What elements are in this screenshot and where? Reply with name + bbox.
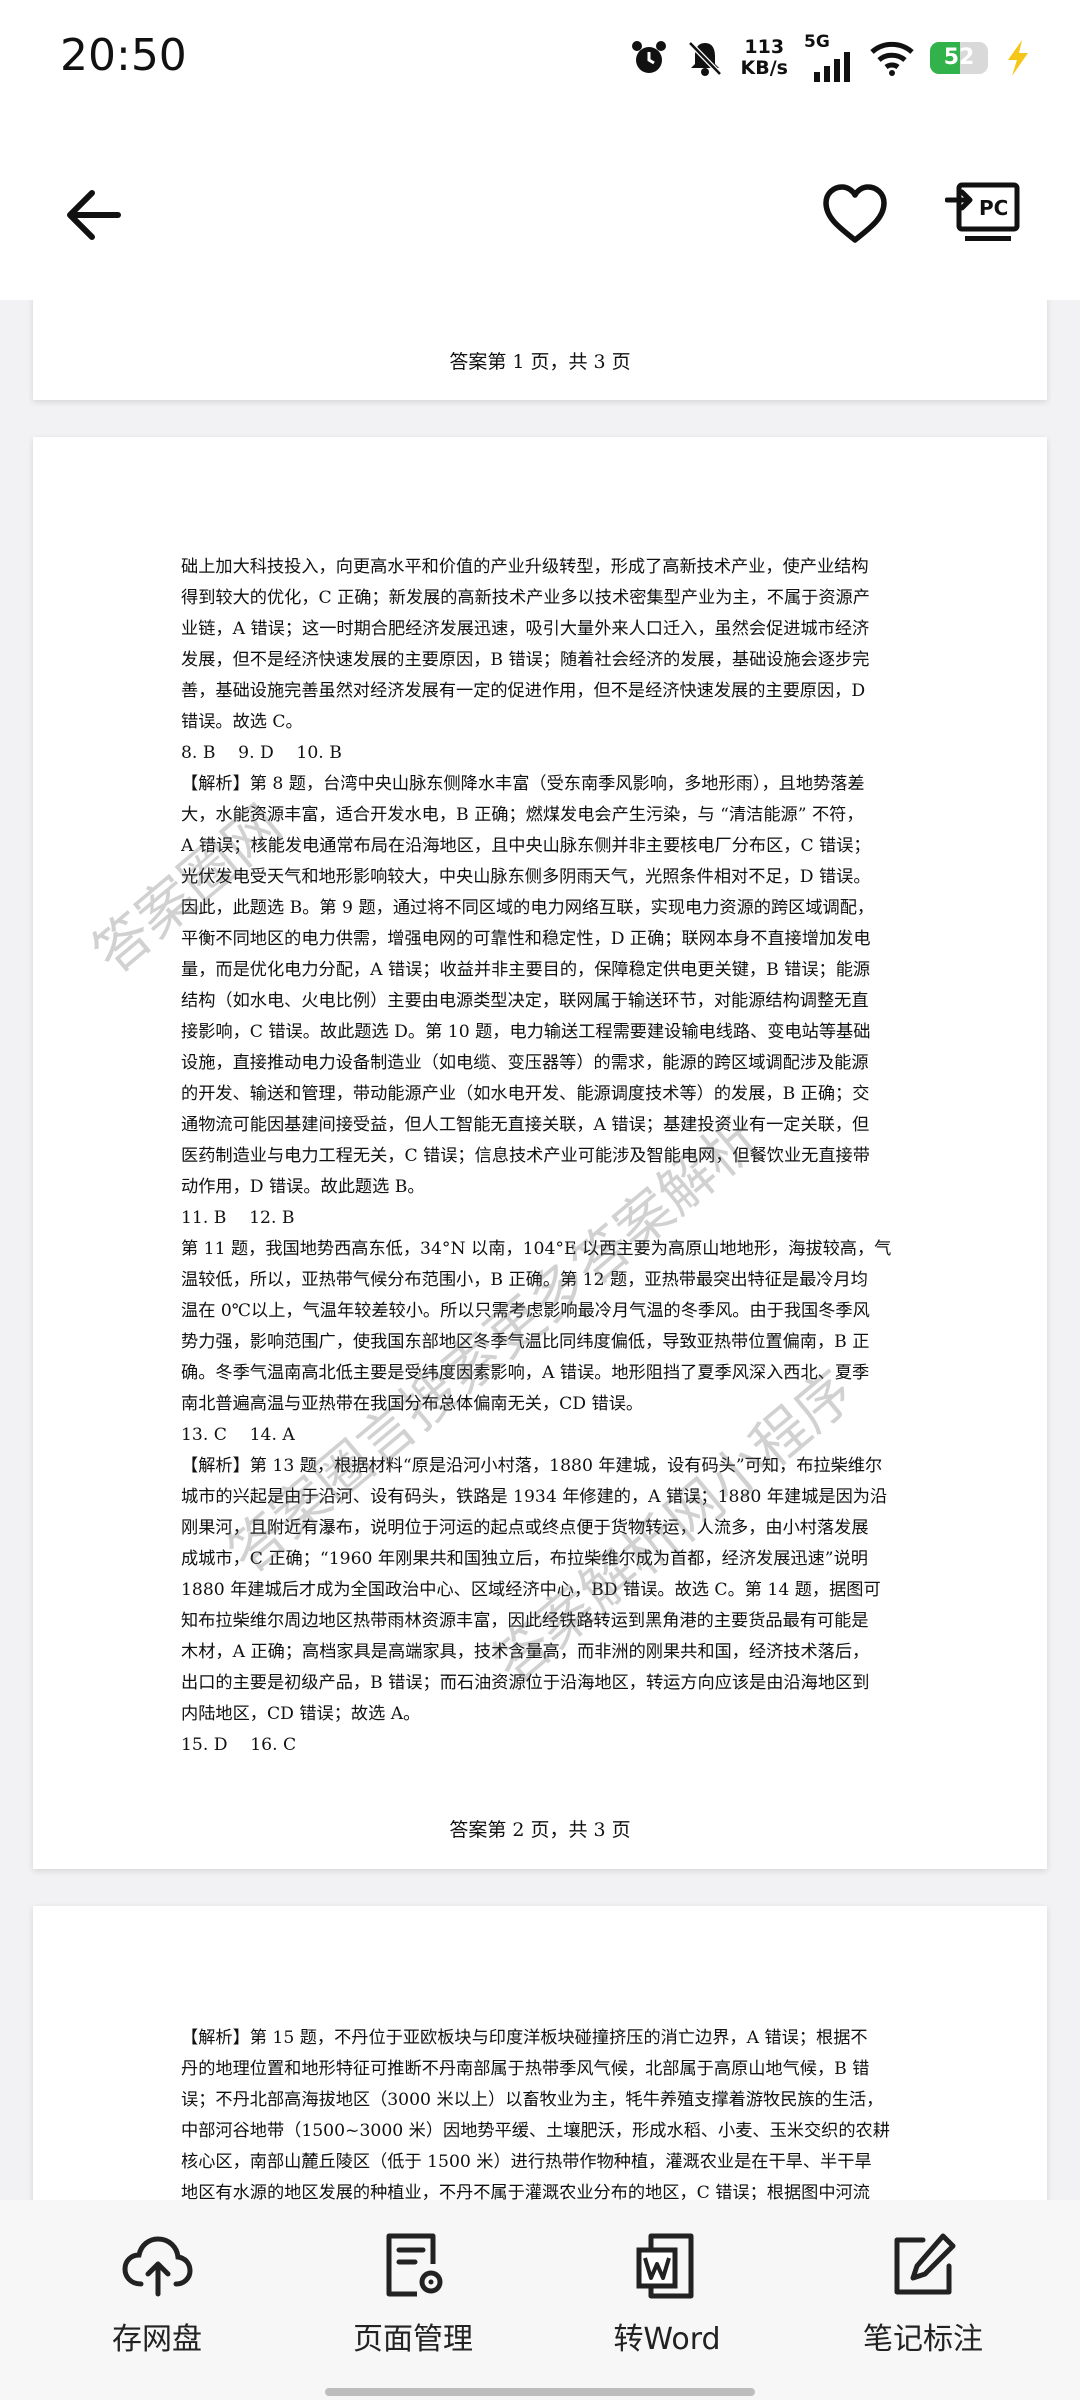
text-line: 木材，A 正确；高档家具是高端家具，技术含量高，而非洲的刚果共和国，经济技术落后… [181, 1642, 870, 1662]
text-line: 丹的地理位置和地形特征可推断不丹南部属于热带季风气候，北部属于高原山地气候，B … [181, 2059, 870, 2079]
text-line: 中部河谷地带（1500~3000 米）因地势平缓、土壤肥沃，形成水稻、小麦、玉米… [181, 2121, 890, 2141]
tool-label: 转Word [613, 2322, 721, 2357]
text-line: 得到较大的优化，C 正确；新发展的高新技术产业多以技术密集型产业为主，不属于资源… [181, 588, 870, 608]
page-footer: 答案第 2 页，共 3 页 [449, 1819, 631, 1841]
text-line: 业链，A 错误；这一时期合肥经济发展迅速，吸引大量外来人口迁入，虽然会促进城市经… [181, 619, 870, 639]
text-line: 大，水能资源丰富，适合开发水电，B 正确；燃煤发电会产生污染，与 “清洁能源” … [181, 805, 864, 825]
text-line: 平衡不同地区的电力供需，增强电网的可靠性和稳定性，D 正确；联网本身不直接增加发… [181, 929, 871, 949]
page-2-text: 础上加大科技投入，向更高水平和价值的产业升级转型，形成了高新技术产业，使产业结构… [181, 552, 901, 1761]
text-line: 接影响，C 错误。故此题选 D。第 10 题，电力输送工程需要建设输电线路、变电… [181, 1022, 871, 1042]
heart-icon [823, 184, 887, 243]
signal-bars-icon [814, 52, 850, 82]
charging-bolt-icon [1008, 40, 1028, 76]
pdf-page-2: 础上加大科技投入，向更高水平和价值的产业升级转型，形成了高新技术产业，使产业结构… [33, 437, 1047, 1869]
annotate-notes-button[interactable]: 笔记标注 [823, 2230, 1023, 2358]
top-app-bar: PC [0, 110, 1080, 300]
cell-signal: 5G [804, 32, 854, 82]
tool-label: 页面管理 [353, 2322, 473, 2357]
text-line: 医药制造业与电力工程无关，C 错误；信息技术产业可能涉及智能电网，但餐饮业无直接… [181, 1146, 870, 1166]
alarm-icon [631, 41, 666, 73]
tool-label: 存网盘 [112, 2322, 202, 2357]
text-line: 温在 0℃以上，气温年较差较小。所以只需考虑影响最冷月气温的冬季风。由于我国冬季… [181, 1301, 870, 1321]
text-line: 城市的兴起是由于沿河、设有码头，铁路是 1934 年修建的，A 错误；1880 … [181, 1487, 888, 1507]
text-line: 势力强，影响范围广，使我国东部地区冬季气温比同纬度偏低，导致亚热带位置偏南，B … [181, 1332, 870, 1352]
text-line: 设施，直接推动电力设备制造业（如电缆、变压器等）的需求，能源的跨区域调配涉及能源 [181, 1053, 869, 1073]
arrow-left-icon [67, 190, 121, 240]
edit-note-icon [894, 2233, 956, 2295]
text-line: A 错误；核能发电通常布局在沿海地区，且中央山脉东侧并非主要核电厂分布区，C 错… [181, 836, 871, 856]
text-line: 发展，但不是经济快速发展的主要原因，B 错误；随着社会经济的发展，基础设施会逐步… [181, 650, 870, 670]
bottom-toolbar: 存网盘 页面管理 转Word 笔记标注 [0, 2200, 1080, 2400]
text-line: 础上加大科技投入，向更高水平和价值的产业升级转型，形成了高新技术产业，使产业结构 [181, 557, 869, 577]
cloud-upload-icon [122, 2236, 193, 2297]
text-line: 量，而是优化电力分配，A 错误；收益并非主要目的，保障稳定供电更关键，B 错误；… [181, 960, 871, 980]
text-line: 地区有水源的地区发展的种植业，不丹不属于灌溉农业分布的地区，C 错误；根据图中河… [181, 2183, 870, 2200]
text-line: 8. B 9. D 10. B [181, 743, 342, 763]
favorite-button[interactable] [820, 180, 890, 250]
text-line: 南北普遍高温与亚热带在我国分布总体偏南无关，CD 错误。 [181, 1394, 644, 1414]
text-line: 成城市，C 正确；“1960 年刚果共和国独立后，布拉柴维尔成为首都，经济发展迅… [181, 1549, 868, 1569]
page-settings-icon [386, 2233, 443, 2297]
save-to-cloud-button[interactable]: 存网盘 [57, 2230, 257, 2358]
text-line: 温较低，所以，亚热带气候分布范围小，B 正确。第 12 题，亚热带最突出特征是最… [181, 1270, 868, 1290]
text-line: 15. D 16. C [181, 1735, 297, 1755]
pdf-page-3: 【解析】第 15 题，不丹位于亚欧板块与印度洋板块碰撞挤压的消亡边界，A 错误；… [33, 1906, 1047, 2200]
text-line: 动作用，D 错误。故此题选 B。 [181, 1177, 425, 1197]
word-convert-icon [636, 2233, 694, 2299]
status-bar: 20:50 113 KB/s 5G 52 [0, 0, 1080, 110]
battery-percent: 52 [943, 45, 975, 70]
text-line: 【解析】第 15 题，不丹位于亚欧板块与印度洋板块碰撞挤压的消亡边界，A 错误；… [181, 2028, 868, 2048]
text-line: 误；不丹北部高海拔地区（3000 米以上）以畜牧业为主，牦牛养殖支撑着游牧民族的… [181, 2090, 884, 2110]
net-speed-value: 113 [744, 36, 785, 58]
text-line: 内陆地区，CD 错误；故选 A。 [181, 1704, 421, 1724]
signal-label: 5G [804, 32, 830, 52]
text-line: 光伏发电受天气和地形影响较大，中央山脉东侧多阴雨天气，光照条件相对不足，D 错误… [181, 867, 871, 887]
text-line: 知布拉柴维尔周边地区热带雨林资源丰富，因此经铁路转运到黑角港的主要货品最有可能是 [181, 1611, 869, 1631]
battery-indicator: 52 [930, 42, 988, 74]
tool-label: 笔记标注 [863, 2322, 983, 2357]
home-indicator[interactable] [325, 2388, 755, 2396]
pdf-page-1: 答案第 1 页，共 3 页 [33, 300, 1047, 400]
text-line: 的开发、输送和管理，带动能源产业（如水电开发、能源调度技术等）的发展，B 正确；… [181, 1084, 870, 1104]
status-icons: 113 KB/s 5G 52 [629, 30, 1030, 86]
text-line: 错误。故选 C。 [181, 712, 303, 732]
text-line: 出口的主要是初级产品，B 错误；而石油资源位于沿海地区，转运方向应该是由沿海地区… [181, 1673, 870, 1693]
status-time: 20:50 [60, 30, 187, 81]
page-footer: 答案第 1 页，共 3 页 [449, 351, 631, 373]
net-speed: 113 KB/s [741, 37, 788, 79]
text-line: 11. B 12. B [181, 1208, 295, 1228]
net-speed-unit: KB/s [740, 57, 788, 79]
text-line: 结构（如水电、火电比例）主要由电源类型决定，联网属于输送环节，对能源结构调整无直 [181, 991, 869, 1011]
text-line: 确。冬季气温南高北低主要是受纬度因素影响，A 错误。地形阻挡了夏季风深入西北、夏… [181, 1363, 870, 1383]
text-line: 【解析】第 13 题，根据材料“原是沿河小村落，1880 年建城，设有码头”可知… [181, 1456, 883, 1476]
wifi-icon [870, 41, 914, 76]
back-button[interactable] [60, 180, 130, 250]
text-line: 核心区，南部山麓丘陵区（低于 1500 米）进行热带作物种植，灌溉农业是在干旱、… [181, 2152, 872, 2172]
text-line: 【解析】第 8 题，台湾中央山脉东侧降水丰富（受东南季风影响，多地形雨），且地势… [181, 774, 865, 794]
text-line: 13. C 14. A [181, 1425, 295, 1445]
page-3-text: 【解析】第 15 题，不丹位于亚欧板块与印度洋板块碰撞挤压的消亡边界，A 错误；… [181, 2023, 901, 2200]
mute-bell-icon [687, 41, 722, 76]
convert-word-button[interactable]: 转Word [567, 2230, 767, 2358]
text-line: 第 11 题，我国地势西高东低，34°N 以南，104°E 以西主要为高原山地地… [181, 1239, 892, 1259]
document-viewer[interactable]: 答案第 1 页，共 3 页 础上加大科技投入，向更高水平和价值的产业升级转型，形… [0, 300, 1080, 2200]
text-line: 通物流可能因基建间接受益，但人工智能无直接关联，A 错误；基建投资业有一定关联，… [181, 1115, 870, 1135]
pc-cast-button[interactable]: PC [944, 180, 1025, 250]
text-line: 因此，此题选 B。第 9 题，通过将不同区域的电力网络互联，实现电力资源的跨区域… [181, 898, 875, 918]
text-line: 1880 年建城后才成为全国政治中心、区域经济中心，BD 错误。故选 C。第 1… [181, 1580, 881, 1600]
text-line: 善，基础设施完善虽然对经济发展有一定的促进作用，但不是经济快速发展的主要原因，D [181, 681, 866, 701]
pc-cast-text: PC [979, 196, 1009, 220]
page-management-button[interactable]: 页面管理 [313, 2230, 513, 2358]
text-line: 刚果河，且附近有瀑布，说明位于河运的起点或终点便于货物转运，人流多，由小村落发展 [181, 1518, 869, 1538]
